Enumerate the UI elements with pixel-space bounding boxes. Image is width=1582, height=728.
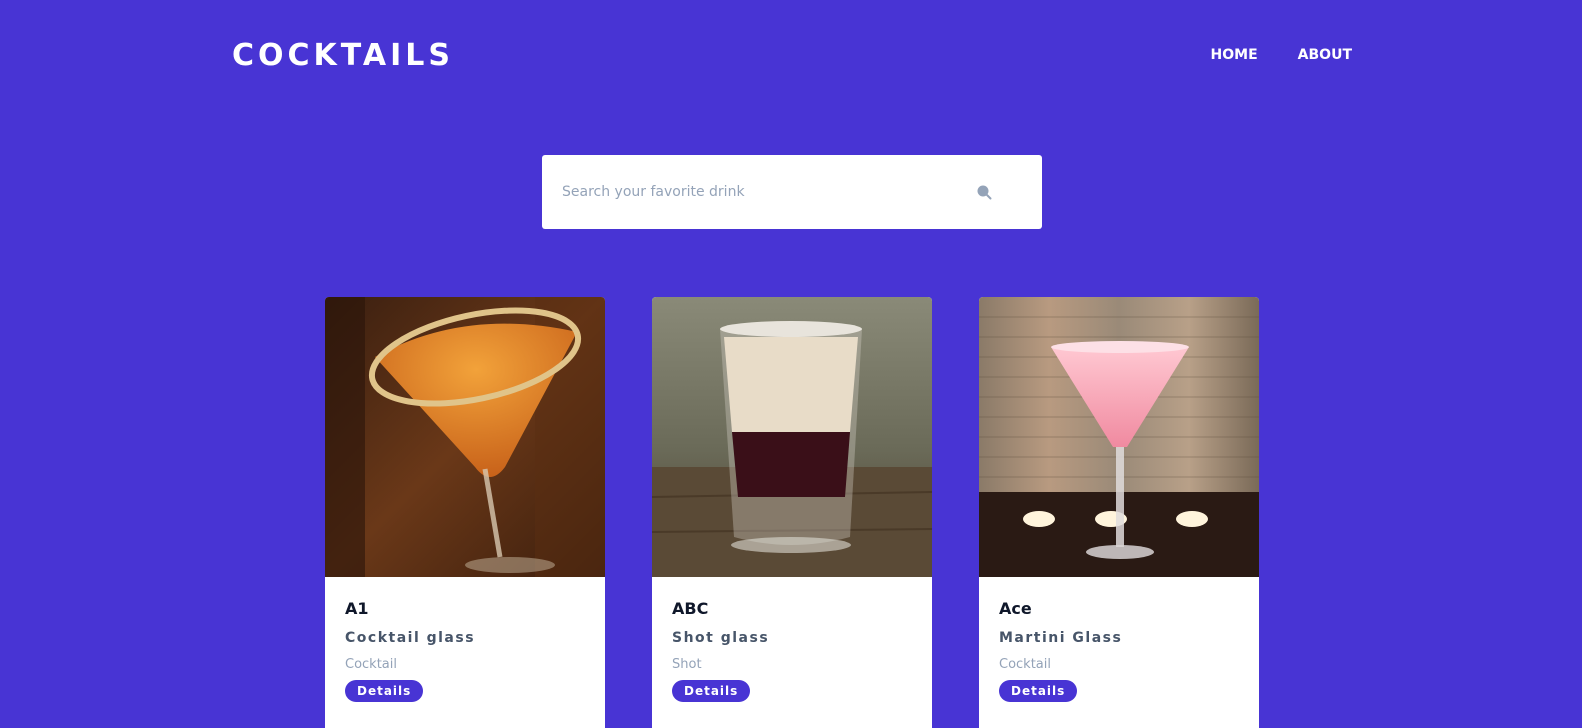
search-box xyxy=(542,155,1042,229)
cocktail-category: Cocktail xyxy=(345,657,397,672)
search-icon[interactable] xyxy=(976,184,992,200)
nav-links: HOME ABOUT xyxy=(1211,47,1352,63)
cocktail-card: A1 Cocktail glass Cocktail Details xyxy=(325,297,605,728)
cocktail-name: Ace xyxy=(999,599,1032,618)
nav-link-about[interactable]: ABOUT xyxy=(1298,47,1352,63)
nav-link-home[interactable]: HOME xyxy=(1211,47,1258,63)
cocktail-card: Ace Martini Glass Cocktail Details xyxy=(979,297,1259,728)
site-logo[interactable]: COCKTAILS xyxy=(232,38,454,73)
cocktail-name: A1 xyxy=(345,599,369,618)
cocktail-glass: Shot glass xyxy=(672,630,770,646)
cocktail-glass: Cocktail glass xyxy=(345,630,476,646)
cocktail-card: ABC Shot glass Shot Details xyxy=(652,297,932,728)
page: COCKTAILS HOME ABOUT Search your favorit… xyxy=(0,0,1582,728)
cocktail-image xyxy=(325,297,605,577)
cocktail-category: Shot xyxy=(672,657,702,672)
details-button[interactable]: Details xyxy=(345,680,424,702)
search-input[interactable] xyxy=(562,184,966,200)
cocktail-list: A1 Cocktail glass Cocktail Details ABC S… xyxy=(325,297,1259,728)
cocktail-image xyxy=(979,297,1259,577)
cocktail-image xyxy=(652,297,932,577)
navbar: COCKTAILS HOME ABOUT xyxy=(232,30,1352,80)
cocktail-category: Cocktail xyxy=(999,657,1051,672)
cocktail-glass: Martini Glass xyxy=(999,630,1123,646)
details-button[interactable]: Details xyxy=(672,680,751,702)
cocktail-name: ABC xyxy=(672,599,709,618)
details-button[interactable]: Details xyxy=(999,680,1078,702)
